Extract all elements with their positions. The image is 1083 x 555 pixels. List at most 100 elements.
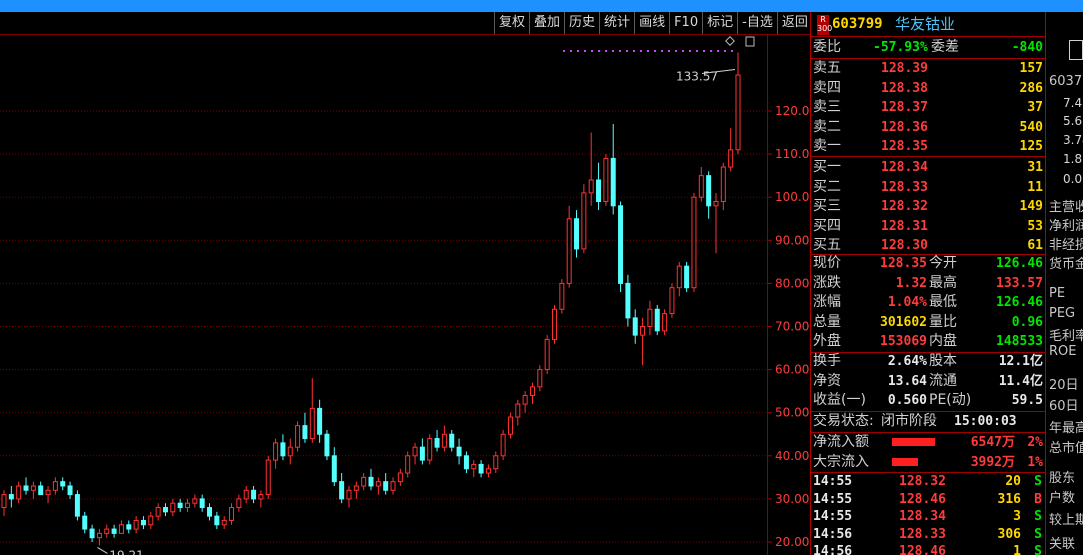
candle[interactable]: [463, 451, 469, 474]
candle[interactable]: [16, 481, 22, 504]
candle[interactable]: [185, 498, 190, 512]
candle[interactable]: [471, 460, 477, 478]
candle[interactable]: [295, 421, 301, 452]
candle[interactable]: [574, 210, 580, 258]
candle[interactable]: [45, 485, 51, 504]
buy-order-row[interactable]: 买一 128.34 31: [811, 158, 1045, 177]
candle[interactable]: [140, 516, 146, 530]
candlestick-chart[interactable]: 20.00 30.00 40.00 50.00 60.00 70.00 80.00 90.00…: [0, 34, 810, 555]
candle[interactable]: [265, 455, 271, 499]
candle[interactable]: [118, 520, 124, 534]
candle[interactable]: [588, 132, 594, 206]
candle[interactable]: [500, 429, 506, 461]
candle[interactable]: [324, 429, 330, 461]
candle[interactable]: [243, 485, 249, 504]
candle[interactable]: [207, 503, 213, 521]
candle[interactable]: [581, 184, 587, 254]
toolbar-mark-button[interactable]: 标记: [702, 12, 737, 34]
toolbar-overlay-button[interactable]: 叠加: [529, 12, 564, 34]
candle[interactable]: [515, 399, 521, 426]
candle[interactable]: [684, 261, 690, 293]
candle[interactable]: [713, 192, 719, 254]
candle[interactable]: [67, 481, 73, 499]
candle[interactable]: [669, 283, 675, 318]
candle[interactable]: [214, 511, 220, 530]
candle[interactable]: [397, 468, 403, 486]
candle[interactable]: [8, 485, 14, 508]
candle[interactable]: [60, 477, 66, 491]
toolbar-remove-watchlist-button[interactable]: -自选: [737, 12, 777, 34]
candle[interactable]: [662, 309, 668, 336]
candle[interactable]: [309, 378, 315, 443]
candle[interactable]: [353, 481, 359, 499]
toolbar-back-button[interactable]: 返回: [776, 12, 812, 34]
candle[interactable]: [728, 128, 734, 172]
candle[interactable]: [632, 309, 638, 344]
candle[interactable]: [544, 335, 550, 374]
f10-toggle-box[interactable]: [1069, 40, 1083, 60]
candle[interactable]: [427, 434, 433, 465]
candle[interactable]: [126, 520, 132, 534]
toolbar-history-button[interactable]: 历史: [564, 12, 599, 34]
candle[interactable]: [89, 524, 95, 542]
candle[interactable]: [74, 490, 80, 521]
candle[interactable]: [236, 494, 242, 512]
sell-order-row[interactable]: 卖五 128.39 157: [811, 59, 1045, 78]
candle[interactable]: [361, 473, 367, 491]
candle[interactable]: [346, 485, 352, 508]
candle[interactable]: [390, 477, 396, 495]
candle[interactable]: [507, 412, 513, 439]
candle[interactable]: [368, 468, 374, 491]
candle[interactable]: [449, 429, 455, 452]
candle[interactable]: [52, 477, 58, 495]
candle[interactable]: [280, 434, 286, 461]
candle[interactable]: [38, 481, 44, 496]
f10-side-panel[interactable]: 6037 7.48 5.61 3.74 1.87 0.00 主营收净利润非经损货币金 PE PE…: [1045, 12, 1083, 555]
candle[interactable]: [133, 516, 139, 534]
candle[interactable]: [654, 304, 660, 336]
candle[interactable]: [1, 490, 7, 517]
candle[interactable]: [375, 477, 381, 495]
candle[interactable]: [229, 503, 235, 525]
candle[interactable]: [339, 473, 345, 504]
window-toggle-icon[interactable]: [745, 36, 755, 47]
candle[interactable]: [552, 304, 557, 344]
candle[interactable]: [676, 261, 682, 297]
candle[interactable]: [691, 192, 697, 293]
sell-order-row[interactable]: 卖三 128.37 37: [811, 98, 1045, 117]
buy-order-row[interactable]: 买五 128.30 61: [811, 236, 1045, 255]
candle[interactable]: [82, 511, 88, 534]
buy-order-row[interactable]: 买二 128.33 11: [811, 178, 1045, 197]
candle[interactable]: [493, 451, 499, 474]
stock-name[interactable]: 华友钴业: [895, 15, 955, 34]
toolbar-drawline-button[interactable]: 画线: [634, 12, 669, 34]
candle[interactable]: [640, 317, 646, 366]
candle[interactable]: [537, 365, 543, 392]
candle[interactable]: [155, 503, 161, 521]
candle[interactable]: [603, 154, 609, 206]
candle[interactable]: [148, 511, 154, 530]
toolbar-f10-button[interactable]: F10: [669, 12, 702, 34]
candle[interactable]: [456, 438, 462, 465]
candle[interactable]: [104, 524, 110, 538]
candle[interactable]: [317, 399, 323, 443]
candle[interactable]: [251, 485, 257, 504]
candle[interactable]: [287, 438, 293, 465]
candle[interactable]: [647, 300, 653, 336]
sell-order-row[interactable]: 卖二 128.36 540: [811, 118, 1045, 137]
sell-order-row[interactable]: 卖四 128.38 286: [811, 79, 1045, 98]
candle[interactable]: [419, 438, 425, 465]
candle[interactable]: [96, 529, 102, 546]
candle[interactable]: [30, 481, 36, 499]
diamond-marker-icon[interactable]: [725, 36, 735, 46]
buy-order-row[interactable]: 买四 128.31 53: [811, 217, 1045, 236]
candle[interactable]: [625, 274, 631, 327]
candle[interactable]: [177, 498, 183, 512]
candle[interactable]: [331, 447, 337, 486]
toolbar-stats-button[interactable]: 统计: [599, 12, 634, 34]
candle[interactable]: [412, 442, 418, 465]
candle[interactable]: [485, 464, 491, 478]
toolbar-fuquan-button[interactable]: 复权: [494, 12, 529, 34]
candle[interactable]: [478, 460, 484, 478]
candle[interactable]: [610, 123, 616, 215]
